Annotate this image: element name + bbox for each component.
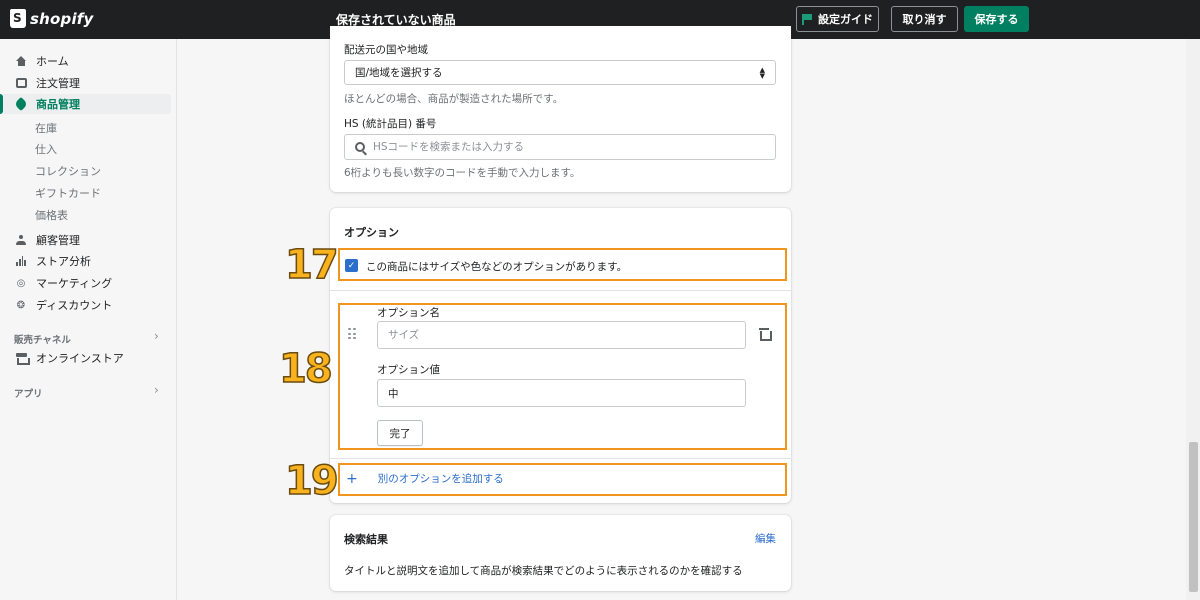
highlight-box-18 (338, 303, 787, 450)
sidebar-subitem-price-lists[interactable]: 価格表 (35, 207, 68, 223)
edit-seo-link[interactable]: 編集 (755, 531, 776, 546)
sidebar-item-online-store[interactable]: オンラインストア (0, 348, 171, 368)
origin-label: 配送元の国や地域 (344, 44, 428, 56)
sidebar-item-customers[interactable]: 顧客管理 (0, 230, 171, 250)
flag-icon (802, 13, 812, 25)
scrollbar-thumb[interactable] (1189, 442, 1198, 592)
sidebar-subitem-transfers[interactable]: 仕入 (35, 141, 57, 157)
discount-icon: ❂ (16, 299, 26, 311)
sidebar-item-marketing[interactable]: ◎ マーケティング (0, 273, 171, 293)
setup-guide-button[interactable]: 設定ガイド (796, 6, 879, 32)
sidebar-item-label: 顧客管理 (36, 234, 80, 247)
step-number-17: 17 (284, 242, 339, 288)
divider (330, 458, 791, 459)
seo-card (330, 515, 791, 591)
bar-chart-icon (16, 256, 26, 266)
seo-description: タイトルと説明文を追加して商品が検索結果でどのように表示されるのかを確認する (344, 565, 743, 577)
sidebar-item-label: ストア分析 (36, 255, 91, 268)
origin-select-value: 国/地域を選択する (355, 67, 443, 79)
seo-title: 検索結果 (344, 533, 388, 546)
origin-country-select[interactable]: 国/地域を選択する ▲ ▼ (344, 60, 776, 85)
sidebar-item-label: マーケティング (36, 277, 113, 290)
sidebar-item-analytics[interactable]: ストア分析 (0, 251, 171, 271)
sidebar-item-label: 商品管理 (36, 98, 80, 111)
sidebar-subitem-gift-cards[interactable]: ギフトカード (35, 185, 101, 201)
store-icon (15, 353, 30, 365)
sidebar-item-products[interactable]: 商品管理 (0, 94, 171, 114)
shopify-bag-icon (10, 9, 26, 28)
sidebar-item-orders[interactable]: 注文管理 (0, 73, 171, 93)
tag-icon (13, 96, 29, 112)
person-icon (16, 234, 26, 246)
sidebar-item-label: ディスカウント (36, 299, 113, 312)
home-icon (15, 56, 27, 66)
divider (330, 290, 791, 291)
save-button[interactable]: 保存する (964, 6, 1029, 32)
search-icon (355, 142, 365, 152)
apps-heading: アプリ (14, 389, 43, 400)
sidebar-item-home[interactable]: ホーム (0, 51, 171, 71)
sidebar-item-label: 注文管理 (36, 77, 80, 90)
sidebar-subitem-collections[interactable]: コレクション (35, 163, 101, 179)
chevron-right-icon[interactable]: › (154, 329, 159, 343)
hs-code-search[interactable] (344, 134, 776, 160)
options-title: オプション (344, 226, 399, 239)
sidebar-item-discounts[interactable]: ❂ ディスカウント (0, 295, 171, 315)
target-icon: ◎ (16, 277, 26, 289)
sales-channels-heading: 販売チャネル (14, 335, 71, 346)
sidebar-item-label: オンラインストア (36, 352, 124, 365)
shopify-logo[interactable]: shopify (10, 9, 94, 28)
setup-guide-label: 設定ガイド (818, 13, 873, 26)
highlight-box-17 (338, 248, 787, 281)
origin-help-text: ほとんどの場合、商品が製造された場所です。 (344, 93, 564, 105)
hs-code-input[interactable] (373, 141, 753, 153)
step-number-18: 18 (278, 346, 333, 392)
logo-text: shopify (30, 9, 94, 28)
chevron-right-icon[interactable]: › (154, 383, 159, 397)
step-number-19: 19 (284, 458, 339, 504)
orders-icon (15, 78, 27, 88)
highlight-box-19 (338, 463, 787, 496)
discard-button[interactable]: 取り消す (891, 6, 958, 32)
hs-help-text: 6桁よりも長い数字のコードを手動で入力します。 (344, 167, 581, 179)
hs-label: HS (統計品目) 番号 (344, 118, 437, 130)
sidebar: ホーム 注文管理 商品管理 在庫 仕入 コレクション ギフトカード 価格表 顧客… (0, 39, 177, 600)
select-arrows-icon: ▲ ▼ (759, 66, 765, 80)
sidebar-subitem-inventory[interactable]: 在庫 (35, 120, 57, 136)
sidebar-item-label: ホーム (36, 55, 69, 68)
